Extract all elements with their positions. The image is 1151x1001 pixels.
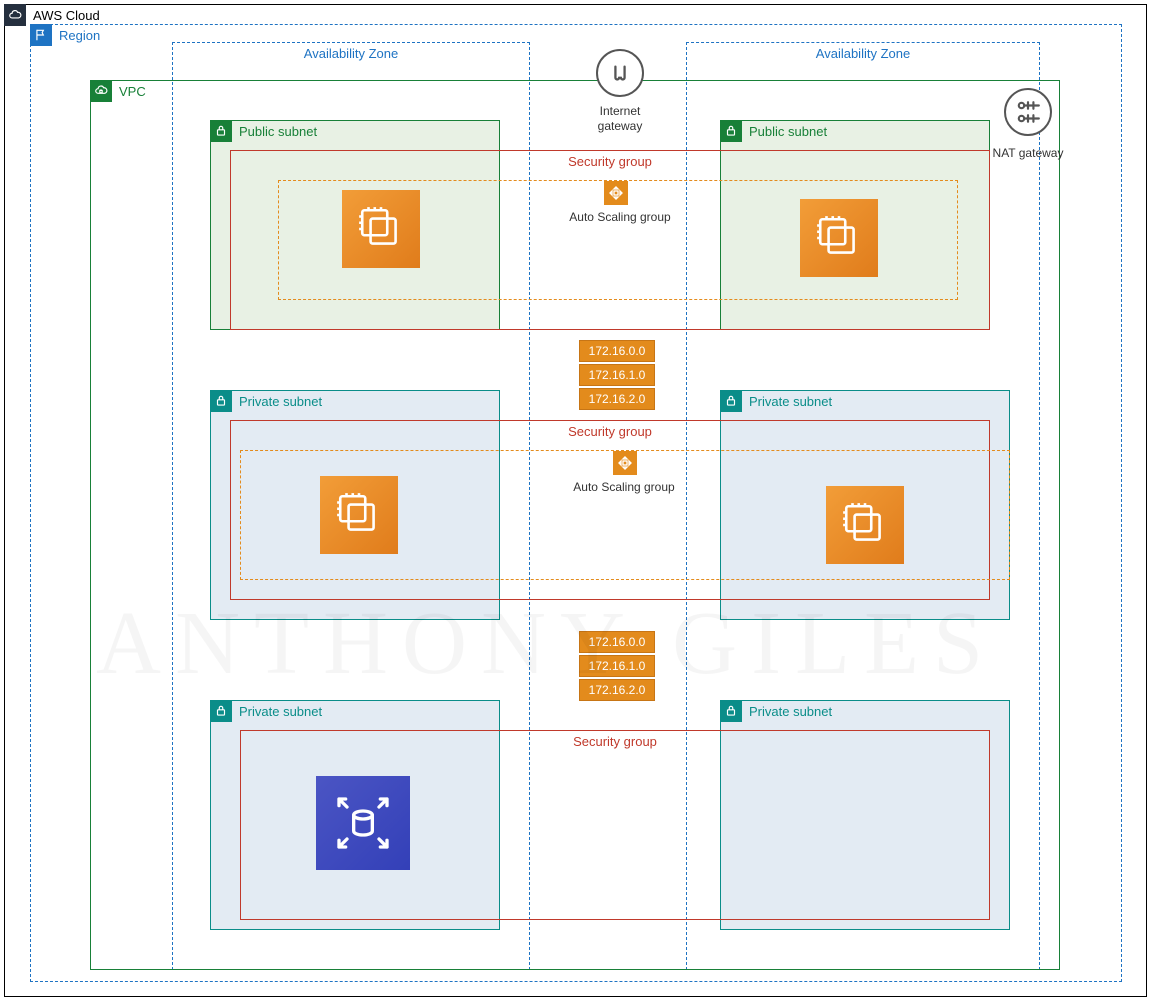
lock-icon: [210, 120, 232, 142]
auto-scaling-icon: [604, 181, 628, 205]
lock-icon: [720, 700, 742, 722]
az-b-label: Availability Zone: [687, 46, 1039, 61]
ec2-instance-icon: [800, 199, 878, 277]
security-group-app-label: Security group: [231, 424, 989, 439]
scalable-database-icon: [316, 776, 410, 870]
region-label: Region: [59, 28, 100, 43]
lock-icon: [720, 390, 742, 412]
cidr-pill: 172.16.2.0: [579, 679, 655, 701]
ec2-instance-icon: [826, 486, 904, 564]
cidr-pill: 172.16.0.0: [579, 631, 655, 653]
internet-gateway-label: Internetgateway: [582, 104, 658, 134]
internet-gateway-icon: [596, 49, 644, 97]
ec2-instance-icon: [342, 190, 420, 268]
lock-icon: [210, 700, 232, 722]
diagram-canvas: AWS Cloud Region Availability Zone Avail…: [0, 0, 1151, 1001]
public-subnet-b-label: Public subnet: [749, 124, 827, 139]
vpc-icon: [90, 80, 112, 102]
auto-scaling-icon: [613, 451, 637, 475]
lock-icon: [210, 390, 232, 412]
security-group-db-label: Security group: [241, 734, 989, 749]
private-subnet-a-label: Private subnet: [239, 394, 322, 409]
cidr-pill: 172.16.0.0: [579, 340, 655, 362]
cloud-label: AWS Cloud: [33, 8, 100, 23]
region-icon: [30, 24, 52, 46]
cloud-icon: [4, 4, 26, 26]
cidr-pill: 172.16.1.0: [579, 364, 655, 386]
private-subnet-db-b-label: Private subnet: [749, 704, 832, 719]
cidr-pill: 172.16.1.0: [579, 655, 655, 677]
asg-app-label: Auto Scaling group: [564, 480, 684, 495]
lock-icon: [720, 120, 742, 142]
private-subnet-b-label: Private subnet: [749, 394, 832, 409]
az-a-label: Availability Zone: [173, 46, 529, 61]
public-subnet-a-label: Public subnet: [239, 124, 317, 139]
nat-gateway-label: NAT gateway: [990, 146, 1066, 161]
ec2-instance-icon: [320, 476, 398, 554]
nat-gateway-icon: [1004, 88, 1052, 136]
private-subnet-db-a-label: Private subnet: [239, 704, 322, 719]
security-group-web-label: Security group: [231, 154, 989, 169]
asg-web-label: Auto Scaling group: [560, 210, 680, 225]
vpc-label: VPC: [119, 84, 146, 99]
cidr-pill: 172.16.2.0: [579, 388, 655, 410]
